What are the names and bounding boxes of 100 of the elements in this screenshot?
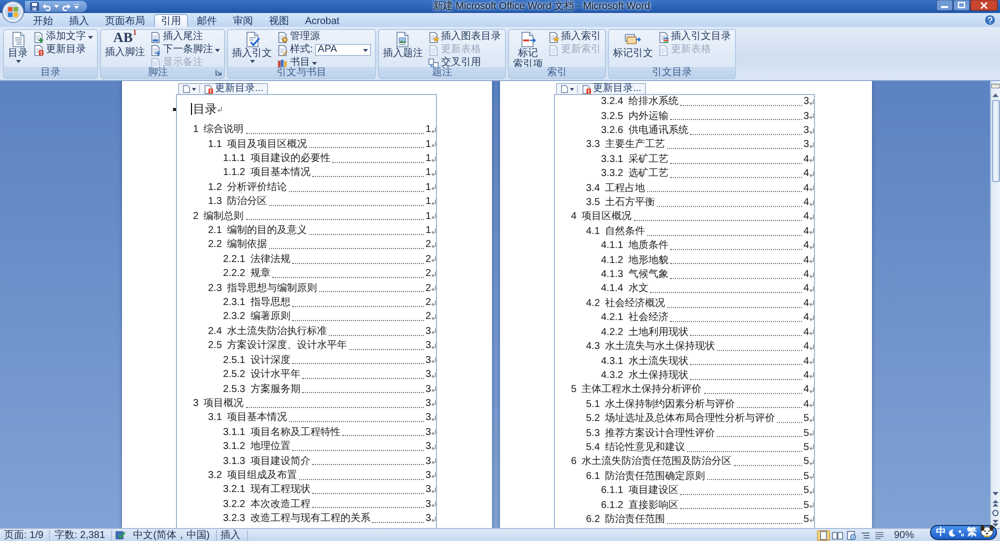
toc-entry-title: 项目基本情况 xyxy=(226,412,287,424)
toc-number: 3.4 xyxy=(586,182,600,195)
undo-icon[interactable] xyxy=(42,2,51,11)
ribbon-button[interactable]: 目录 xyxy=(6,31,30,67)
reading-layout-icon[interactable] xyxy=(830,530,844,540)
language-indicator[interactable]: 中文(简体，中国) xyxy=(129,530,217,540)
toc-number: 2 xyxy=(193,210,199,223)
toc-number: 1 xyxy=(193,124,199,136)
ribbon-button[interactable]: 插入尾注 xyxy=(150,31,220,43)
caret-icon[interactable] xyxy=(570,88,574,90)
toc-page-number: 4 xyxy=(803,326,809,339)
globe-page-icon[interactable] xyxy=(844,530,858,540)
ribbon-button[interactable]: 管理源 xyxy=(277,31,371,43)
ribbon-button[interactable]: 插入题注 xyxy=(380,31,425,67)
ribbon-tab[interactable]: 开始 xyxy=(26,14,60,27)
toc-entry-title: 项目基本情况 xyxy=(250,167,310,180)
ribbon-tab[interactable]: Acrobat xyxy=(298,14,346,27)
paragraph-mark-icon xyxy=(431,342,436,350)
document-icon xyxy=(658,44,669,56)
ribbon-tab[interactable]: 邮件 xyxy=(190,14,224,27)
toc-number: 3.2.5 xyxy=(601,110,624,123)
scroll-down-icon[interactable] xyxy=(991,491,1000,497)
style-dropdown[interactable]: APA xyxy=(314,44,371,56)
toc-entry-title: 水土流失防治执行标准 xyxy=(226,326,327,338)
document-lines-icon xyxy=(10,31,26,48)
toc-page-number: 5 xyxy=(803,456,809,468)
toc-page-number: 3 xyxy=(425,513,431,526)
minimize-icon[interactable] xyxy=(936,0,953,11)
group-label: 目录 xyxy=(40,67,62,78)
document-picture-icon xyxy=(394,31,412,48)
ribbon-button[interactable]: 插入图表目录 xyxy=(428,31,501,43)
toc-entry-title: 编制的目的及意义 xyxy=(226,225,307,238)
toc-number: 4.3.1 xyxy=(601,356,624,368)
toc-number: 3.1 xyxy=(208,412,222,424)
document-icon[interactable] xyxy=(561,85,568,93)
toc-page-number: 3 xyxy=(803,110,809,123)
page-layout-icon[interactable] xyxy=(816,530,830,540)
document-icon[interactable] xyxy=(183,85,190,93)
toc-entry-title: 防治责任范围 xyxy=(604,514,665,526)
punctuation-icon[interactable] xyxy=(958,528,965,536)
previous-page-icon[interactable] xyxy=(991,499,1000,507)
toc-number: 2.2.1 xyxy=(223,254,246,266)
ruler-icon[interactable] xyxy=(991,82,1000,90)
word-count[interactable]: 字数: 2,381 xyxy=(50,530,112,540)
ribbon-tab[interactable]: 审阅 xyxy=(226,14,260,27)
update-toc-button[interactable]: 更新目录... xyxy=(581,84,642,94)
outline-icon[interactable] xyxy=(858,530,872,540)
update-toc-button[interactable]: 更新目录... xyxy=(203,84,264,94)
ime-mode-button[interactable]: 中 xyxy=(936,526,946,538)
ribbon-tab[interactable]: 插入 xyxy=(62,14,96,27)
paragraph-mark-icon xyxy=(809,142,814,149)
ribbon-tab[interactable]: 页面布局 xyxy=(98,14,152,27)
ribbon-button[interactable]: 添加文字 xyxy=(33,31,93,43)
paragraph-mark-icon xyxy=(431,314,436,321)
document-icon xyxy=(428,44,439,56)
toc-page-number: 1 xyxy=(425,124,431,136)
maximize-icon[interactable] xyxy=(953,0,970,11)
toc-number: 3.2.3 xyxy=(223,513,246,526)
ribbon-button[interactable]: 插入引文目录 xyxy=(658,31,731,43)
toc-entry-title: 项目区概况 xyxy=(582,211,632,224)
insert-mode-indicator[interactable]: 插入 xyxy=(216,530,248,540)
ribbon-button[interactable]: 插入引文 xyxy=(230,31,274,67)
ime-script-button[interactable]: 繁 xyxy=(967,526,977,538)
ribbon-tab[interactable]: 视图 xyxy=(262,14,296,27)
dialog-launcher-icon[interactable] xyxy=(215,69,222,76)
document-plus-icon xyxy=(33,32,44,42)
document-note-icon xyxy=(150,32,161,42)
draft-icon[interactable] xyxy=(872,530,886,540)
vertical-scrollbar[interactable] xyxy=(990,81,1000,528)
paragraph-mark-icon xyxy=(431,198,436,206)
toc-entry-title: 指导思想 xyxy=(250,297,290,310)
caret-icon[interactable] xyxy=(192,88,196,90)
toc-entry-title: 内外运输 xyxy=(628,110,668,123)
toc-entry-title: 社会经济概况 xyxy=(604,298,665,310)
toc-page-number: 4 xyxy=(803,269,809,282)
circle-icon[interactable] xyxy=(991,509,1000,517)
ribbon-button[interactable]: 标记引文 xyxy=(610,31,655,67)
scrollbar-thumb[interactable] xyxy=(992,100,1000,182)
moon-icon[interactable] xyxy=(948,528,956,536)
close-icon[interactable] xyxy=(970,0,998,11)
ribbon-button[interactable]: 更新目录 xyxy=(33,44,93,56)
toc-entry-title: 气候气象 xyxy=(628,269,668,282)
paragraph-mark-icon xyxy=(809,257,814,264)
page-count[interactable]: 页面: 1/9 xyxy=(0,530,50,540)
paragraph-mark-icon xyxy=(809,516,814,524)
scroll-up-icon[interactable] xyxy=(991,92,1000,98)
toc-page-number: 2 xyxy=(425,311,431,324)
ribbon-button[interactable]: 下一条脚注 xyxy=(150,44,220,56)
ribbon-tab[interactable]: 引用 xyxy=(154,14,188,27)
help-icon[interactable] xyxy=(985,15,995,25)
redo-icon[interactable] xyxy=(62,2,71,11)
check-square-icon[interactable] xyxy=(115,530,126,540)
paragraph-mark-icon xyxy=(431,285,436,292)
toc-page-number: 4 xyxy=(803,356,809,368)
ribbon-button[interactable]: 插入索引 xyxy=(548,31,601,43)
zoom-level[interactable]: 90% xyxy=(892,530,916,540)
save-icon[interactable] xyxy=(30,2,39,11)
paragraph-mark-icon xyxy=(809,416,814,423)
ribbon-button[interactable]: AB$^{1}$ 插入脚注 xyxy=(103,31,147,67)
paragraph-mark-icon xyxy=(431,357,436,364)
